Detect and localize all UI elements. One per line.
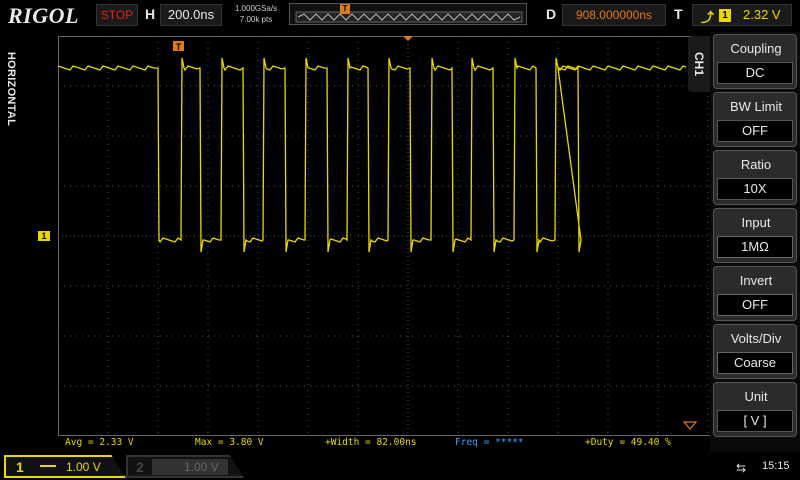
channel1-status-tab[interactable]: 1 1.00 V bbox=[4, 455, 126, 478]
measurement-width: +Width = 82.00ns bbox=[325, 437, 417, 448]
menu-item-invert[interactable]: Invert OFF bbox=[713, 266, 797, 321]
measurement-freq: Freq = ***** bbox=[455, 437, 524, 448]
measurement-avg: Avg = 2.33 V bbox=[65, 437, 134, 448]
trigger-level-value: 2.32 V bbox=[743, 7, 781, 22]
channel2-number: 2 bbox=[136, 459, 144, 475]
ch1-menu-tab[interactable]: CH1 bbox=[688, 36, 710, 92]
trigger-position-marker-label: T bbox=[176, 42, 182, 52]
usb-icon: ⇆ bbox=[736, 461, 747, 475]
sample-rate-info: 1.000GSa/s 7.00k pts bbox=[226, 3, 286, 25]
run-stop-status[interactable]: STOP bbox=[96, 4, 138, 26]
trigger-settings-box[interactable]: ⤴ 1 2.32 V bbox=[692, 4, 792, 26]
channel2-scale: 1.00 V bbox=[184, 460, 219, 474]
measurement-bar: Avg = 2.33 V Max = 3.80 V +Width = 82.00… bbox=[58, 436, 708, 450]
trigger-channel-badge: 1 bbox=[719, 9, 731, 22]
trigger-position-label: T bbox=[342, 4, 348, 13]
sample-rate: 1.000GSa/s bbox=[234, 4, 278, 13]
memory-overview-bar: T bbox=[289, 3, 527, 25]
menu-item-title: Volts/Div bbox=[730, 331, 782, 346]
menu-item-unit[interactable]: Unit ◀ [ V ] bbox=[713, 382, 797, 437]
waveform-display[interactable]: T bbox=[58, 36, 758, 436]
menu-item-input[interactable]: Input 1MΩ bbox=[713, 208, 797, 263]
brand-logo: RIGOL bbox=[8, 3, 79, 28]
menu-item-value: DC bbox=[717, 62, 793, 84]
menu-item-value: [ V ] bbox=[717, 410, 793, 432]
trigger-level-marker[interactable] bbox=[682, 421, 698, 430]
menu-item-volts-div[interactable]: Volts/Div Coarse bbox=[713, 324, 797, 379]
bottom-status-bar: 1 1.00 V 2 1.00 V ⇆ 15:15 bbox=[0, 452, 800, 480]
memory-depth: 7.00k pts bbox=[239, 15, 273, 24]
dc-coupling-icon bbox=[40, 465, 56, 467]
delay-label: D bbox=[546, 6, 557, 22]
channel1-ground-marker[interactable]: 1 bbox=[38, 231, 50, 241]
channel-menu: Coupling ◀ DC BW Limit ◀ OFF Ratio ◀ 10X… bbox=[710, 32, 800, 452]
menu-item-title: Unit bbox=[744, 389, 768, 404]
menu-item-title: Ratio bbox=[740, 157, 772, 172]
trigger-position-marker[interactable]: T bbox=[173, 41, 184, 52]
menu-item-title: Coupling bbox=[730, 41, 782, 56]
horizontal-label: H bbox=[145, 6, 156, 22]
menu-item-ratio[interactable]: Ratio ◀ 10X bbox=[713, 150, 797, 205]
menu-item-value: 10X bbox=[717, 178, 793, 200]
menu-item-coupling[interactable]: Coupling ◀ DC bbox=[713, 34, 797, 89]
measurement-duty: +Duty = 49.40 % bbox=[585, 437, 671, 448]
memory-overview-waveform bbox=[295, 11, 523, 23]
menu-item-value: OFF bbox=[717, 294, 793, 316]
menu-item-value: Coarse bbox=[717, 352, 793, 374]
system-clock: 15:15 bbox=[762, 460, 790, 472]
horizontal-tab-label: HORIZONTAL bbox=[5, 51, 17, 127]
waveform-grid: T bbox=[58, 36, 758, 436]
rising-edge-icon: ⤴ bbox=[701, 10, 715, 25]
channel1-number: 1 bbox=[16, 459, 24, 475]
menu-item-title: BW Limit bbox=[730, 99, 782, 114]
trigger-position-indicator: T bbox=[340, 4, 350, 14]
channel1-scale: 1.00 V bbox=[66, 460, 101, 474]
menu-item-bw-limit[interactable]: BW Limit ◀ OFF bbox=[713, 92, 797, 147]
top-status-bar: RIGOL STOP H 200.0ns 1.000GSa/s 7.00k pt… bbox=[0, 0, 800, 30]
menu-item-title: Invert bbox=[739, 273, 773, 288]
menu-item-value: OFF bbox=[717, 120, 793, 142]
trigger-label: T bbox=[674, 6, 683, 22]
center-marker bbox=[403, 36, 413, 41]
menu-item-title: Input bbox=[741, 215, 771, 230]
menu-item-value: 1MΩ bbox=[717, 236, 793, 258]
channel1-trace bbox=[58, 57, 687, 253]
channel2-status-tab[interactable]: 2 1.00 V bbox=[126, 455, 244, 478]
delay-offset-value[interactable]: 908.000000ns bbox=[562, 4, 666, 26]
ch1-menu-tab-label: CH1 bbox=[692, 51, 706, 77]
measurement-max: Max = 3.80 V bbox=[195, 437, 264, 448]
horizontal-menu-tab[interactable]: HORIZONTAL bbox=[0, 34, 22, 144]
horizontal-scale-value[interactable]: 200.0ns bbox=[160, 4, 222, 26]
